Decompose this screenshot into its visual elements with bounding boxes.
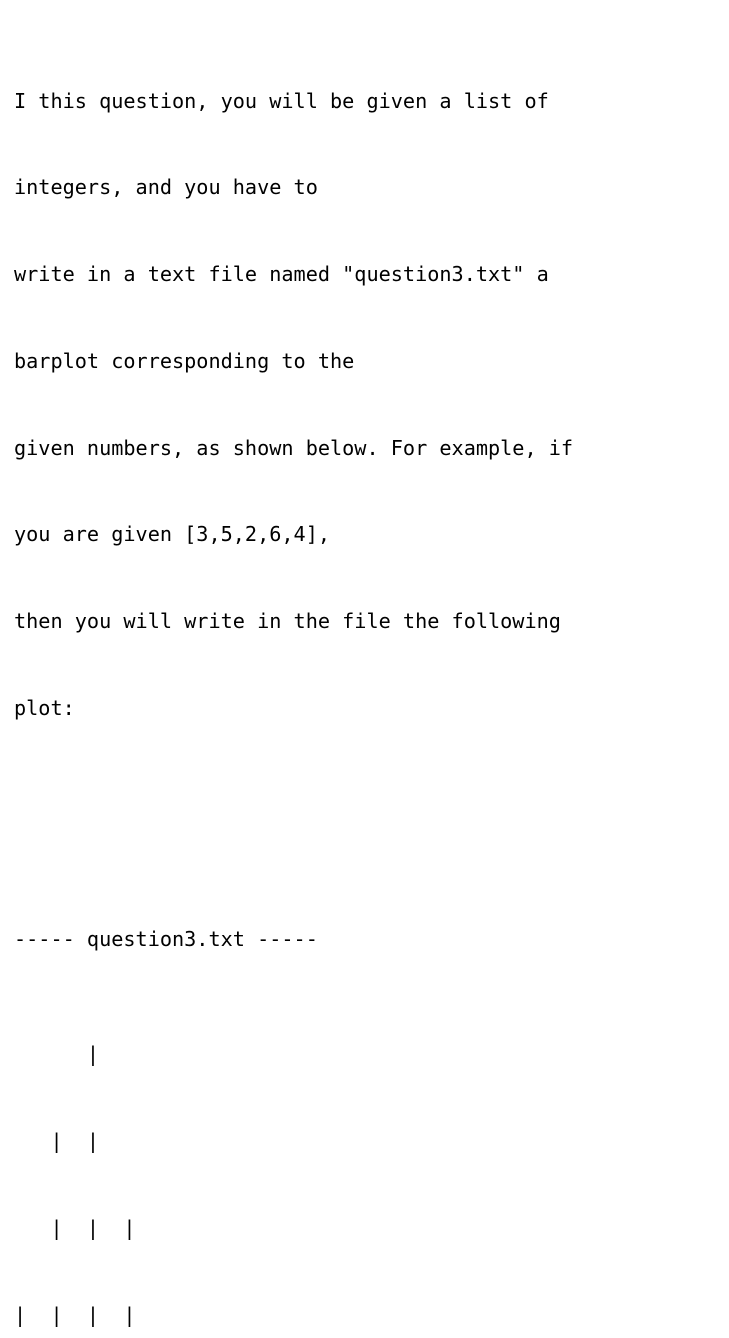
ascii-plot-row-1: | [14,1042,100,1067]
intro-line-3: write in a text file named "question3.tx… [14,262,549,287]
ascii-plot-row-4: | | | | [14,1302,136,1327]
ascii-plot-row-2: | | [14,1129,100,1154]
intro-line-7: then you will write in the file the foll… [14,608,561,633]
ascii-plot-header: ----- question3.txt ----- [14,926,318,951]
intro-line-5: given numbers, as shown below. For examp… [14,435,574,460]
intro-line-8: plot: [14,695,75,720]
intro-line-2: integers, and you have to [14,175,318,200]
intro-line-1: I this question, you will be given a lis… [14,88,549,113]
ascii-plot-row-3: | | | [14,1215,136,1240]
intro-line-6: you are given [3,5,2,6,4], [14,522,331,547]
blank-line-after-intro [14,809,573,838]
intro-line-4: barplot corresponding to the [14,348,355,373]
docstring-document: I this question, you will be given a lis… [14,0,573,1338]
